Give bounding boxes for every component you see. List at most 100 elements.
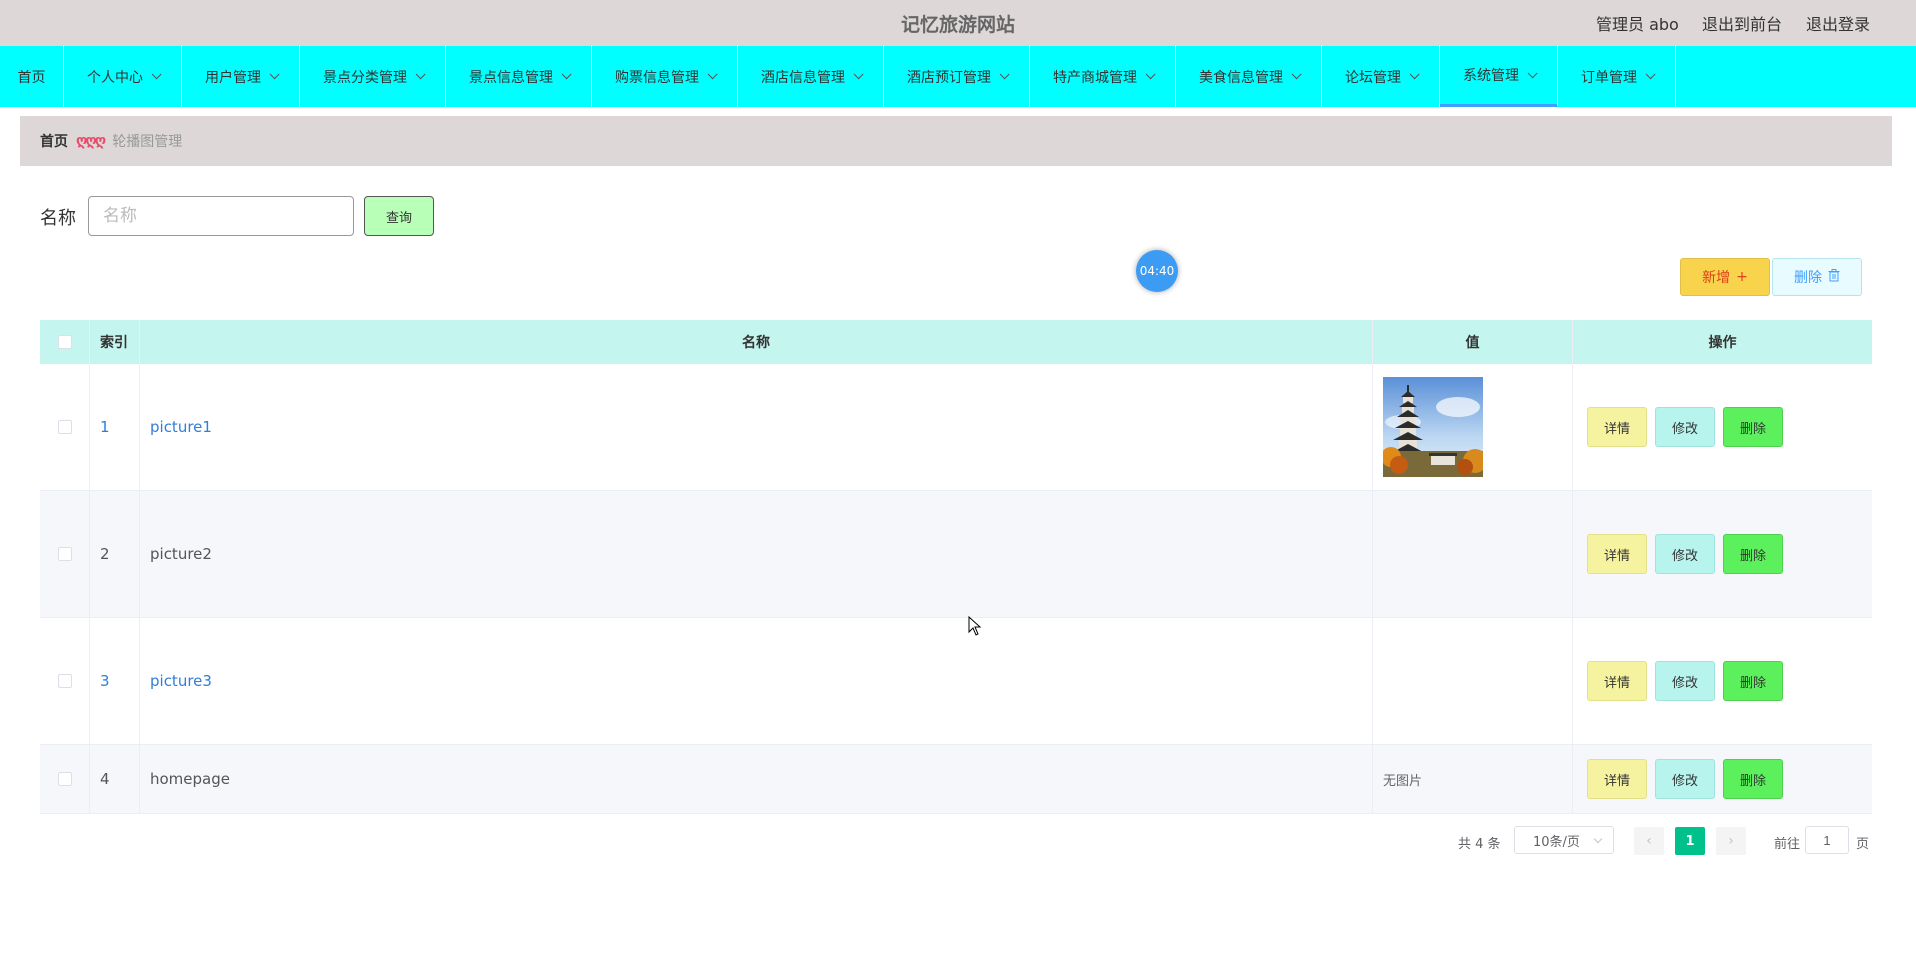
page-size-select[interactable]: 10条/页 <box>1514 826 1614 854</box>
edit-button[interactable]: 修改 <box>1655 534 1715 574</box>
top-header: 记忆旅游网站 管理员 abo 退出到前台 退出登录 <box>0 0 1916 46</box>
next-page-button[interactable]: › <box>1716 827 1746 855</box>
row-index: 2 <box>90 491 140 617</box>
nav-item-home[interactable]: 首页 <box>0 46 64 107</box>
batch-delete-button[interactable]: 删除 <box>1772 258 1862 296</box>
row-checkbox[interactable] <box>57 547 72 561</box>
edit-button[interactable]: 修改 <box>1655 661 1715 701</box>
goto-suffix: 页 <box>1856 837 1870 852</box>
nav-item-label: 美食信息管理 <box>1199 69 1283 86</box>
logout-link[interactable]: 退出登录 <box>1806 11 1870 35</box>
nav-item-hotel-info[interactable]: 酒店信息管理 <box>738 46 884 107</box>
row-index: 4 <box>90 745 140 813</box>
detail-button[interactable]: 详情 <box>1587 534 1647 574</box>
breadcrumb-home[interactable]: 首页 <box>40 131 68 151</box>
header-actions: 操作 <box>1708 335 1737 351</box>
remove-button[interactable]: 删除 <box>1723 661 1783 701</box>
row-index: 1 <box>90 364 140 490</box>
row-name: homepage <box>140 745 1373 813</box>
edit-button[interactable]: 修改 <box>1655 759 1715 799</box>
table-row: 3 picture3 详情 修改 删除 <box>40 618 1872 745</box>
select-all-checkbox[interactable] <box>57 335 72 349</box>
row-actions: 详情 修改 删除 <box>1573 618 1872 744</box>
pagination-total: 共 4 条 <box>1458 837 1501 852</box>
chevron-down-icon <box>1593 834 1603 844</box>
chevron-down-icon <box>269 69 280 80</box>
row-checkbox[interactable] <box>57 674 72 688</box>
row-checkbox[interactable] <box>57 420 72 434</box>
nav-item-scenic-info[interactable]: 景点信息管理 <box>446 46 592 107</box>
chevron-down-icon <box>853 69 864 80</box>
row-name: picture1 <box>140 364 1373 490</box>
nav-item-food-info[interactable]: 美食信息管理 <box>1176 46 1322 107</box>
nav-item-specialty-mall[interactable]: 特产商城管理 <box>1030 46 1176 107</box>
remove-button[interactable]: 删除 <box>1723 759 1783 799</box>
page-number-current[interactable]: 1 <box>1675 827 1705 855</box>
row-actions: 详情 修改 删除 <box>1573 491 1872 617</box>
chevron-down-icon <box>1291 69 1302 80</box>
nav-item-user-management[interactable]: 用户管理 <box>182 46 300 107</box>
row-actions: 详情 修改 删除 <box>1573 364 1872 490</box>
nav-item-label: 景点信息管理 <box>469 69 553 86</box>
nav-item-forum[interactable]: 论坛管理 <box>1322 46 1440 107</box>
row-checkbox[interactable] <box>57 772 72 786</box>
add-button[interactable]: 新增 + <box>1680 258 1770 296</box>
table-row: 2 picture2 详情 修改 删除 <box>40 491 1872 618</box>
row-select-cell <box>40 618 90 744</box>
chevron-down-icon <box>1527 67 1538 78</box>
row-select-cell <box>40 491 90 617</box>
edit-button[interactable]: 修改 <box>1655 407 1715 447</box>
goto-page-input[interactable] <box>1805 826 1849 854</box>
nav-item-label: 用户管理 <box>205 69 261 86</box>
header-select-cell <box>40 320 90 364</box>
trash-icon <box>1828 268 1840 286</box>
no-image-text: 无图片 <box>1383 773 1423 789</box>
nav-item-label: 景点分类管理 <box>323 69 407 86</box>
detail-button[interactable]: 详情 <box>1587 759 1647 799</box>
timer-badge: 04:40 <box>1136 250 1178 292</box>
exit-to-front-link[interactable]: 退出到前台 <box>1702 11 1782 35</box>
nav-item-personal-center[interactable]: 个人中心 <box>64 46 182 107</box>
nav-item-label: 酒店预订管理 <box>907 69 991 86</box>
row-value <box>1373 491 1573 617</box>
table-row: 1 picture1 详情 修改 删除 <box>40 364 1872 491</box>
row-actions: 详情 修改 删除 <box>1573 745 1872 813</box>
nav-item-hotel-booking[interactable]: 酒店预订管理 <box>884 46 1030 107</box>
remove-button[interactable]: 删除 <box>1723 534 1783 574</box>
chevron-down-icon <box>1145 69 1156 80</box>
row-select-cell <box>40 745 90 813</box>
query-button[interactable]: 查询 <box>364 196 434 236</box>
prev-page-button[interactable]: ‹ <box>1634 827 1664 855</box>
search-input[interactable] <box>88 196 354 236</box>
detail-button[interactable]: 详情 <box>1587 661 1647 701</box>
search-label: 名称 <box>40 208 76 229</box>
nav-item-label: 论坛管理 <box>1345 69 1401 86</box>
delete-button-label: 删除 <box>1794 270 1822 286</box>
carousel-table: 索引 名称 值 操作 1 picture1 详情 修改 删除 2 picture… <box>40 320 1872 814</box>
table-row: 4 homepage 无图片 详情 修改 删除 <box>40 745 1872 814</box>
nav-item-system[interactable]: 系统管理 <box>1440 46 1558 107</box>
row-value <box>1373 618 1573 744</box>
carousel-image-pagoda[interactable] <box>1383 377 1483 477</box>
add-button-label: 新增 <box>1702 270 1731 286</box>
nav-item-label: 个人中心 <box>87 69 143 86</box>
carousel-image-2[interactable] <box>1383 501 1483 507</box>
nav-item-ticket-info[interactable]: 购票信息管理 <box>592 46 738 107</box>
chevron-down-icon <box>707 69 718 80</box>
nav-item-orders[interactable]: 订单管理 <box>1558 46 1676 107</box>
nav-item-label: 系统管理 <box>1463 68 1519 84</box>
carousel-image-3[interactable] <box>1383 628 1483 632</box>
admin-user-label: 管理员 abo <box>1596 15 1679 34</box>
header-value: 值 <box>1373 320 1573 364</box>
remove-button[interactable]: 删除 <box>1723 407 1783 447</box>
header-index: 索引 <box>90 320 140 364</box>
table-header: 索引 名称 值 操作 <box>40 320 1872 364</box>
row-name: picture2 <box>140 491 1373 617</box>
pagination: 共 4 条 10条/页 ‹ 1 › 前往 页 <box>0 826 1916 856</box>
breadcrumb-separator: ღღღ <box>76 133 106 149</box>
nav-item-label: 酒店信息管理 <box>761 69 845 86</box>
detail-button[interactable]: 详情 <box>1587 407 1647 447</box>
header-name: 名称 <box>140 320 1373 364</box>
chevron-down-icon <box>561 69 572 80</box>
nav-item-scenic-category[interactable]: 景点分类管理 <box>300 46 446 107</box>
